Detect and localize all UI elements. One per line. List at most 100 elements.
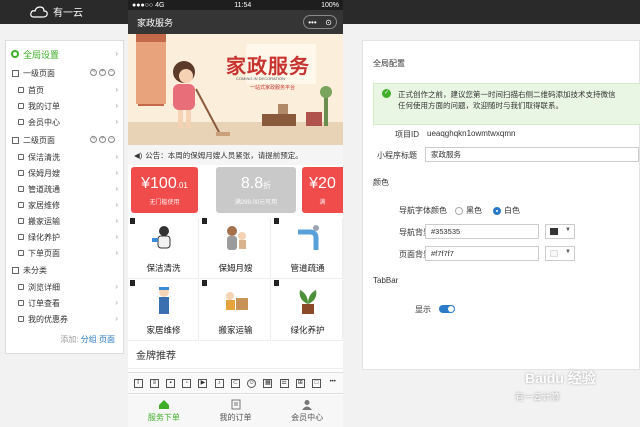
app-logo[interactable]: 有一云 — [30, 4, 83, 19]
folder-icon — [12, 69, 19, 77]
coupon-card[interactable]: ¥100.01 无门槛使用 — [131, 167, 198, 213]
edit-icon[interactable]: ✎ — [90, 136, 97, 143]
more-icon[interactable]: ••• — [308, 18, 316, 27]
box-tool-icon[interactable]: □ — [312, 378, 322, 388]
add-icon[interactable]: + — [99, 136, 106, 143]
nanny-icon — [227, 226, 246, 250]
chevron-right-icon: › — [115, 314, 118, 323]
sidebar-item-home[interactable]: 首页 › — [6, 82, 123, 98]
chevron-right-icon: › — [115, 200, 118, 209]
more-tools-icon[interactable]: ••• — [328, 379, 337, 388]
sidebar-item-order-view[interactable]: 订单查看 › — [6, 295, 123, 311]
cleaner-icon — [152, 226, 171, 249]
sidebar-item-order-page[interactable]: 下单页面 › — [6, 245, 123, 261]
sidebar-item-cleaning[interactable]: 保洁清洗 › — [6, 149, 123, 165]
capsule-menu[interactable]: ••• ⊙ — [303, 15, 337, 29]
coupon-card[interactable]: ¥20 满 — [302, 167, 343, 213]
speaker-icon: ◀) — [134, 150, 143, 160]
service-label: 管道疏通 — [290, 263, 325, 273]
remove-icon[interactable]: − — [108, 69, 115, 76]
sidebar-group-uncategorized[interactable]: 未分类 — [6, 262, 123, 278]
service-cleaning[interactable]: 保洁清洗 — [128, 218, 199, 279]
font-color-white-radio[interactable]: 白色 — [493, 205, 520, 216]
panel-title: 全局配置 — [373, 59, 405, 68]
add-page-link[interactable]: 页面 — [99, 335, 115, 344]
flag-icon — [130, 218, 135, 224]
add-group-link[interactable]: 分组 — [81, 335, 97, 344]
flag-icon — [202, 280, 207, 286]
mini-title-input[interactable]: 家政服务 — [425, 147, 639, 162]
sidebar-item-repair[interactable]: 家居维修 › — [6, 197, 123, 213]
color-swatch — [550, 228, 558, 235]
nav-bg-color-input[interactable]: #353535 — [425, 224, 539, 239]
sidebar-item-nanny[interactable]: 保姆月嫂 › — [6, 165, 123, 181]
group-tools[interactable]: ✎ + − — [90, 136, 115, 143]
flag-icon — [274, 218, 279, 224]
page-bg-color-input[interactable]: #f7f7f7 — [425, 246, 539, 261]
text-tool-icon[interactable]: T — [133, 378, 143, 388]
table-tool-icon[interactable]: ⊞ — [295, 378, 305, 388]
sidebar-item-member-center[interactable]: 会员中心 › — [6, 114, 123, 130]
tab-member-center[interactable]: 会员中心 — [271, 395, 343, 427]
service-plumbing[interactable]: 管道疏通 — [272, 218, 343, 279]
list-tool-icon[interactable]: ☰ — [279, 378, 289, 388]
add-icon[interactable]: + — [99, 69, 106, 76]
radio-label: 黑色 — [466, 206, 482, 215]
tab-my-orders[interactable]: 我的订单 — [200, 395, 272, 427]
tabbar-show-toggle[interactable] — [439, 305, 455, 313]
chevron-right-icon: › — [115, 168, 118, 177]
sidebar-item-moving[interactable]: 搬家运输 › — [6, 213, 123, 229]
edit-icon[interactable]: ✎ — [90, 69, 97, 76]
remove-icon[interactable]: − — [108, 136, 115, 143]
font-color-black-radio[interactable]: 黑色 — [455, 205, 482, 216]
coupon-card[interactable]: 8.8折 满299.00元可用 — [216, 167, 296, 213]
tab-service-order[interactable]: 服务下单 — [128, 395, 200, 427]
chevron-right-icon: › — [115, 101, 118, 110]
coupon-amount: 8.8 — [240, 175, 264, 192]
sidebar-item-browse-detail[interactable]: 浏览详细 › — [6, 279, 123, 295]
color-section-title: 颜色 — [373, 178, 389, 187]
rich-text-tool-icon[interactable]: ≡ — [149, 378, 159, 388]
close-circle-icon[interactable]: ⊙ — [325, 18, 332, 27]
sidebar-global-settings[interactable]: 全局设置 › — [6, 46, 123, 62]
page-bg-color-picker[interactable]: ▼ — [545, 246, 575, 261]
page-tree-sidebar: 全局设置 › 一级页面 ✎ + − 首页 › 我的订单 › 会员中心 › 二级页面 ✎ + −… — [5, 40, 124, 354]
notice-text: 公告：本周的保姆月嫂人员紧张，请提前预定。 — [145, 150, 303, 160]
clock: 11:54 — [234, 1, 252, 9]
sidebar-item-plumbing[interactable]: 管道疏通 › — [6, 181, 123, 197]
banner-title: 家政服务 — [226, 56, 310, 78]
service-nanny[interactable]: 保姆月嫂 — [200, 218, 271, 279]
chevron-right-icon: › — [115, 184, 118, 193]
service-label: 家居维修 — [146, 325, 181, 335]
cloud-icon — [30, 5, 48, 18]
pipe-icon — [298, 225, 319, 250]
tab-bar: 服务下单 我的订单 会员中心 — [128, 395, 343, 427]
service-greening[interactable]: 绿化养护 — [272, 280, 343, 341]
chevron-right-icon: › — [115, 282, 118, 291]
sidebar-item-my-orders[interactable]: 我的订单 › — [6, 98, 123, 114]
gallery-tool-icon[interactable]: ▫ — [182, 378, 192, 388]
emoji-tool-icon[interactable]: ☺ — [247, 378, 257, 388]
sidebar-group-level1[interactable]: 一级页面 ✎ + − — [6, 65, 123, 81]
page-icon — [18, 119, 24, 125]
grid-tool-icon[interactable]: ▦ — [263, 378, 273, 388]
video-tool-icon[interactable]: ▶ — [198, 378, 208, 388]
sidebar-item-greening[interactable]: 绿化养护 › — [6, 229, 123, 245]
banner-image[interactable]: 家政服务 COMING IN DECORATION 一站式家政服务平台 — [128, 34, 343, 145]
coupon-condition: 满299.00元可用 — [234, 200, 278, 206]
service-moving[interactable]: 搬家运输 — [200, 280, 271, 341]
sidebar-group-level2[interactable]: 二级页面 ✎ + − — [6, 132, 123, 148]
sidebar-item-my-coupons[interactable]: 我的优惠券 › — [6, 311, 123, 327]
coupon-amount: 100 — [150, 175, 177, 192]
service-repair[interactable]: 家居维修 — [128, 280, 199, 341]
image-tool-icon[interactable]: ▪ — [166, 378, 176, 388]
link-tool-icon[interactable]: ⊂ — [230, 378, 240, 388]
plant-icon — [299, 290, 317, 314]
audio-tool-icon[interactable]: ♪ — [214, 378, 224, 388]
nav-bg-color-picker[interactable]: ▼ — [545, 224, 575, 239]
notice-bar[interactable]: ◀) 公告：本周的保姆月嫂人员紧张，请提前预定。 — [128, 145, 343, 165]
status-bar: ●●●○○ 4G 11:54 100% — [128, 0, 343, 10]
service-label: 保洁清洗 — [146, 263, 181, 273]
group-tools[interactable]: ✎ + − — [90, 69, 115, 76]
add-label: 添加: — [60, 335, 79, 344]
